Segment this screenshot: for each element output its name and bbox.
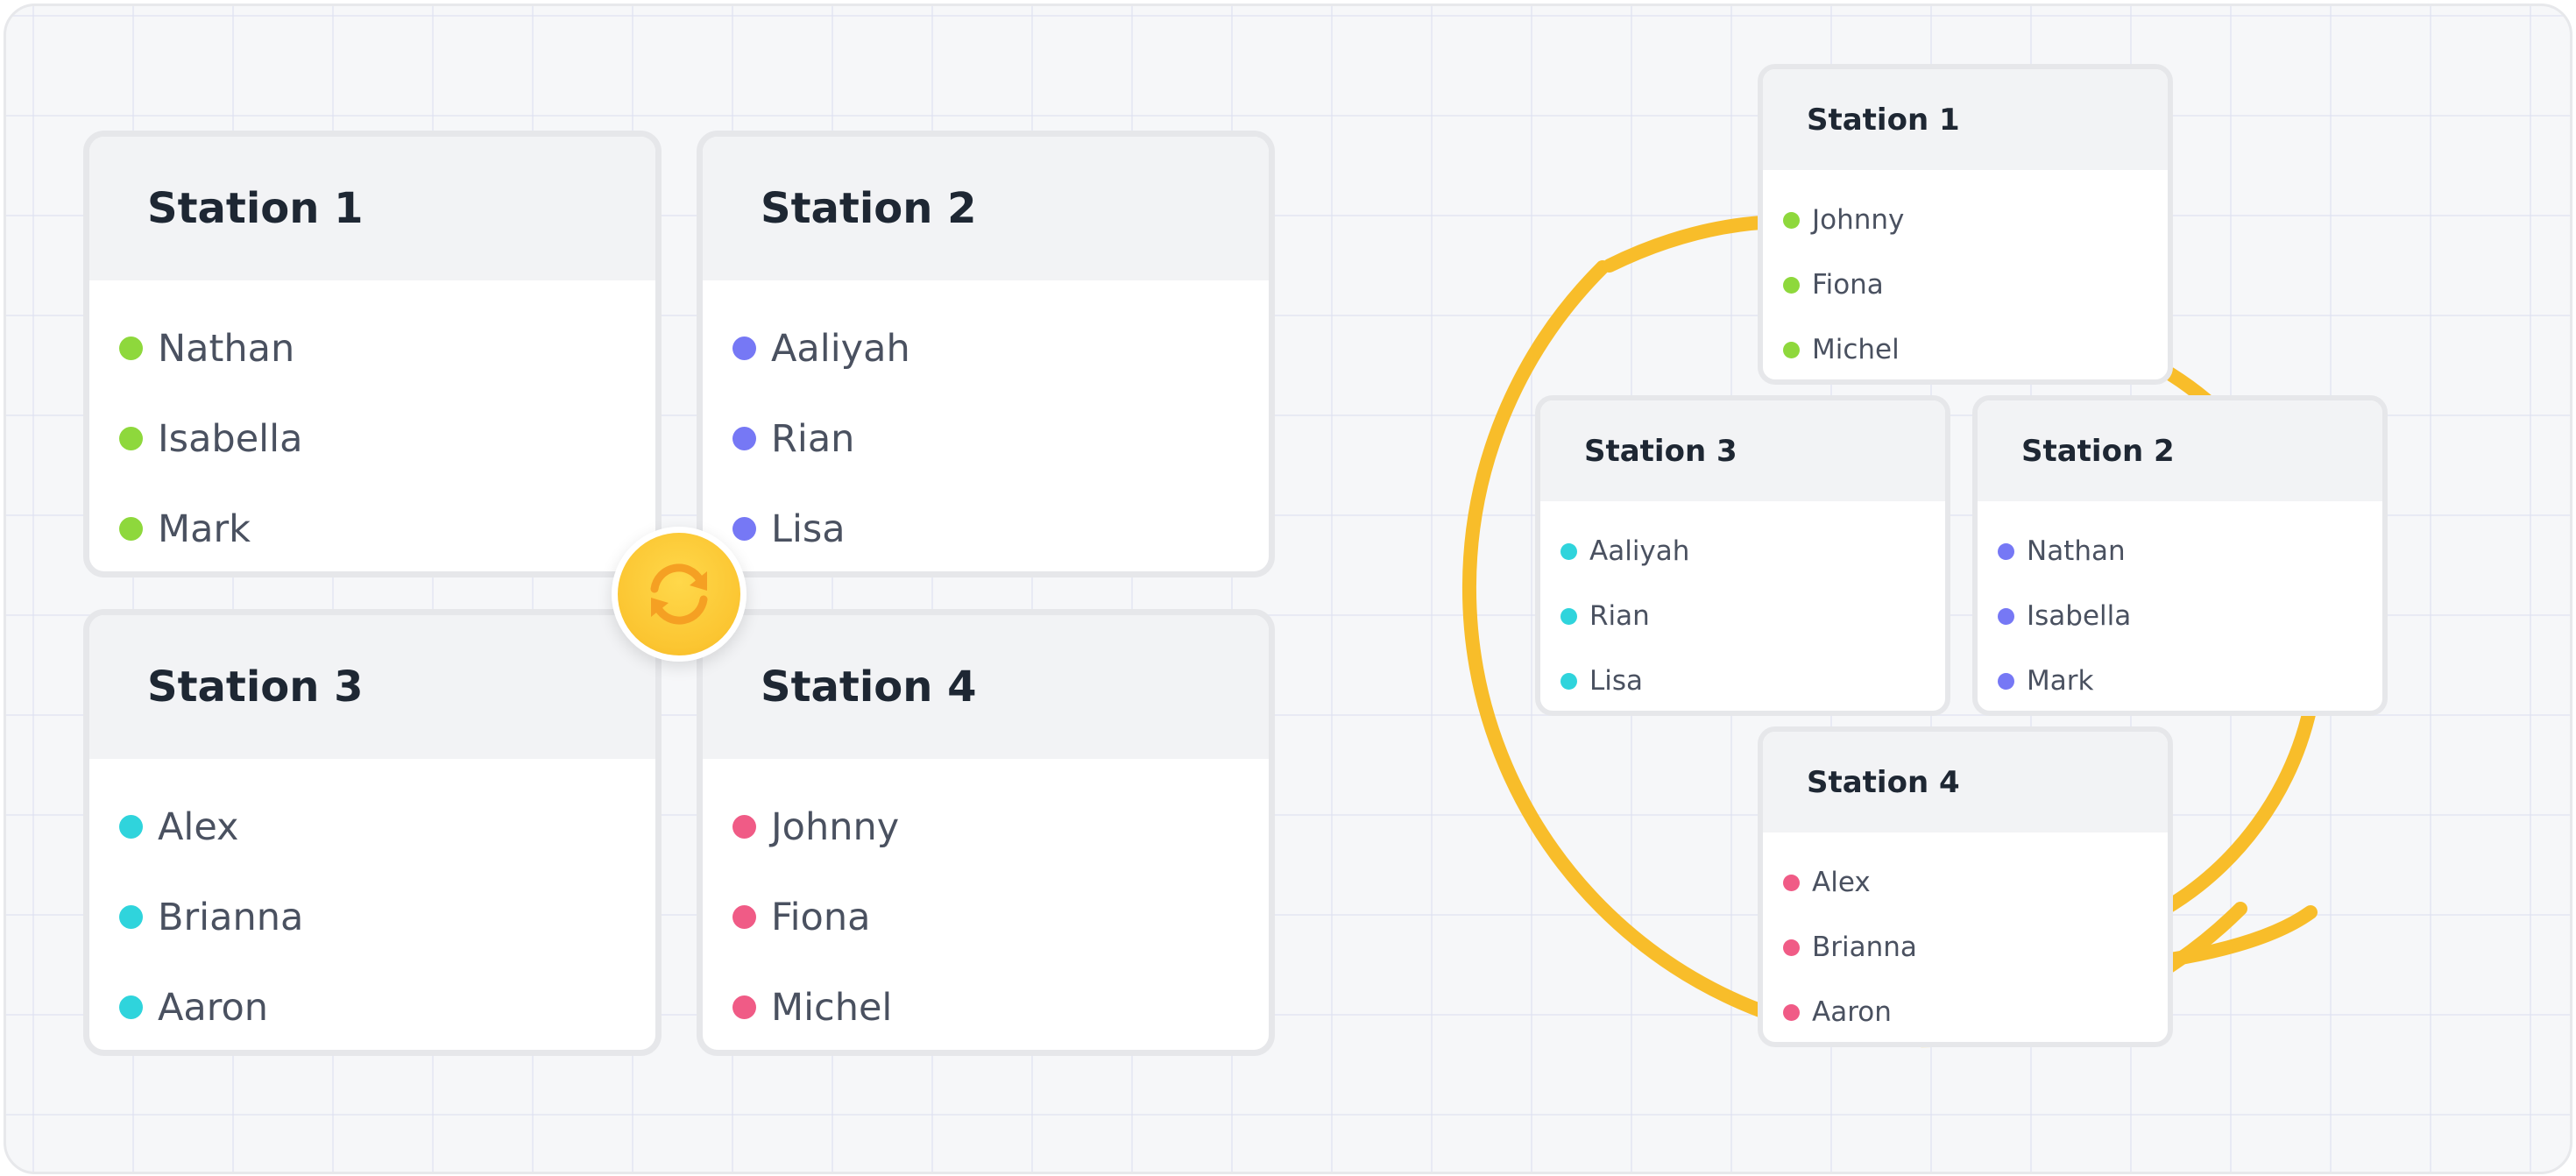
- member-list: Johnny Fiona Michel: [1763, 170, 2168, 379]
- member-name: Alex: [1812, 867, 1871, 898]
- member-name: Aaron: [1812, 996, 1892, 1028]
- list-item: Lisa: [1540, 648, 1945, 711]
- right-card-station-3: Station 3 Aaliyah Rian Lisa: [1535, 395, 1950, 716]
- green-dot-icon: [1783, 211, 1800, 229]
- card-title: Station 2: [1978, 400, 2382, 501]
- right-card-station-2: Station 2 Nathan Isabella Mark: [1972, 395, 2388, 716]
- blue-dot-icon: [1998, 542, 2014, 560]
- canvas-frame: Station 1 Nathan Isabella Mark Station 2…: [4, 4, 2572, 1174]
- member-name: Lisa: [1589, 665, 1644, 697]
- card-title: Station 1: [1763, 69, 2168, 170]
- list-item: Brianna: [1763, 915, 2168, 980]
- member-name: Isabella: [2027, 600, 2132, 632]
- card-title: Station 3: [1540, 400, 1945, 501]
- pink-dot-icon: [1783, 874, 1800, 891]
- list-item: Aaron: [1763, 980, 2168, 1042]
- pink-dot-icon: [1783, 1003, 1800, 1021]
- list-item: Johnny: [1763, 188, 2168, 252]
- member-list: Nathan Isabella Mark: [1978, 501, 2382, 711]
- teal-dot-icon: [1560, 672, 1577, 690]
- member-list: Alex Brianna Aaron: [1763, 832, 2168, 1042]
- member-name: Nathan: [2027, 535, 2126, 567]
- card-title: Station 4: [1763, 732, 2168, 832]
- list-item: Alex: [1763, 850, 2168, 915]
- green-dot-icon: [1783, 341, 1800, 358]
- ring-tail-bottom: [2163, 905, 2318, 967]
- blue-dot-icon: [1998, 607, 2014, 625]
- list-item: Mark: [1978, 648, 2382, 711]
- blue-dot-icon: [1998, 672, 2014, 690]
- right-card-station-1: Station 1 Johnny Fiona Michel: [1758, 64, 2173, 385]
- pink-dot-icon: [1783, 939, 1800, 956]
- teal-dot-icon: [1560, 607, 1577, 625]
- list-item: Fiona: [1763, 252, 2168, 317]
- list-item: Rian: [1540, 584, 1945, 648]
- list-item: Aaliyah: [1540, 519, 1945, 584]
- right-card-station-4: Station 4 Alex Brianna Aaron: [1758, 726, 2173, 1047]
- member-name: Aaliyah: [1589, 535, 1690, 567]
- member-name: Fiona: [1812, 269, 1884, 301]
- member-name: Rian: [1589, 600, 1650, 632]
- list-item: Michel: [1763, 317, 2168, 379]
- member-name: Mark: [2027, 665, 2094, 697]
- member-name: Brianna: [1812, 932, 1917, 963]
- teal-dot-icon: [1560, 542, 1577, 560]
- list-item: Isabella: [1978, 584, 2382, 648]
- green-dot-icon: [1783, 276, 1800, 294]
- member-list: Aaliyah Rian Lisa: [1540, 501, 1945, 711]
- list-item: Nathan: [1978, 519, 2382, 584]
- member-name: Johnny: [1812, 204, 1905, 236]
- member-name: Michel: [1812, 334, 1900, 365]
